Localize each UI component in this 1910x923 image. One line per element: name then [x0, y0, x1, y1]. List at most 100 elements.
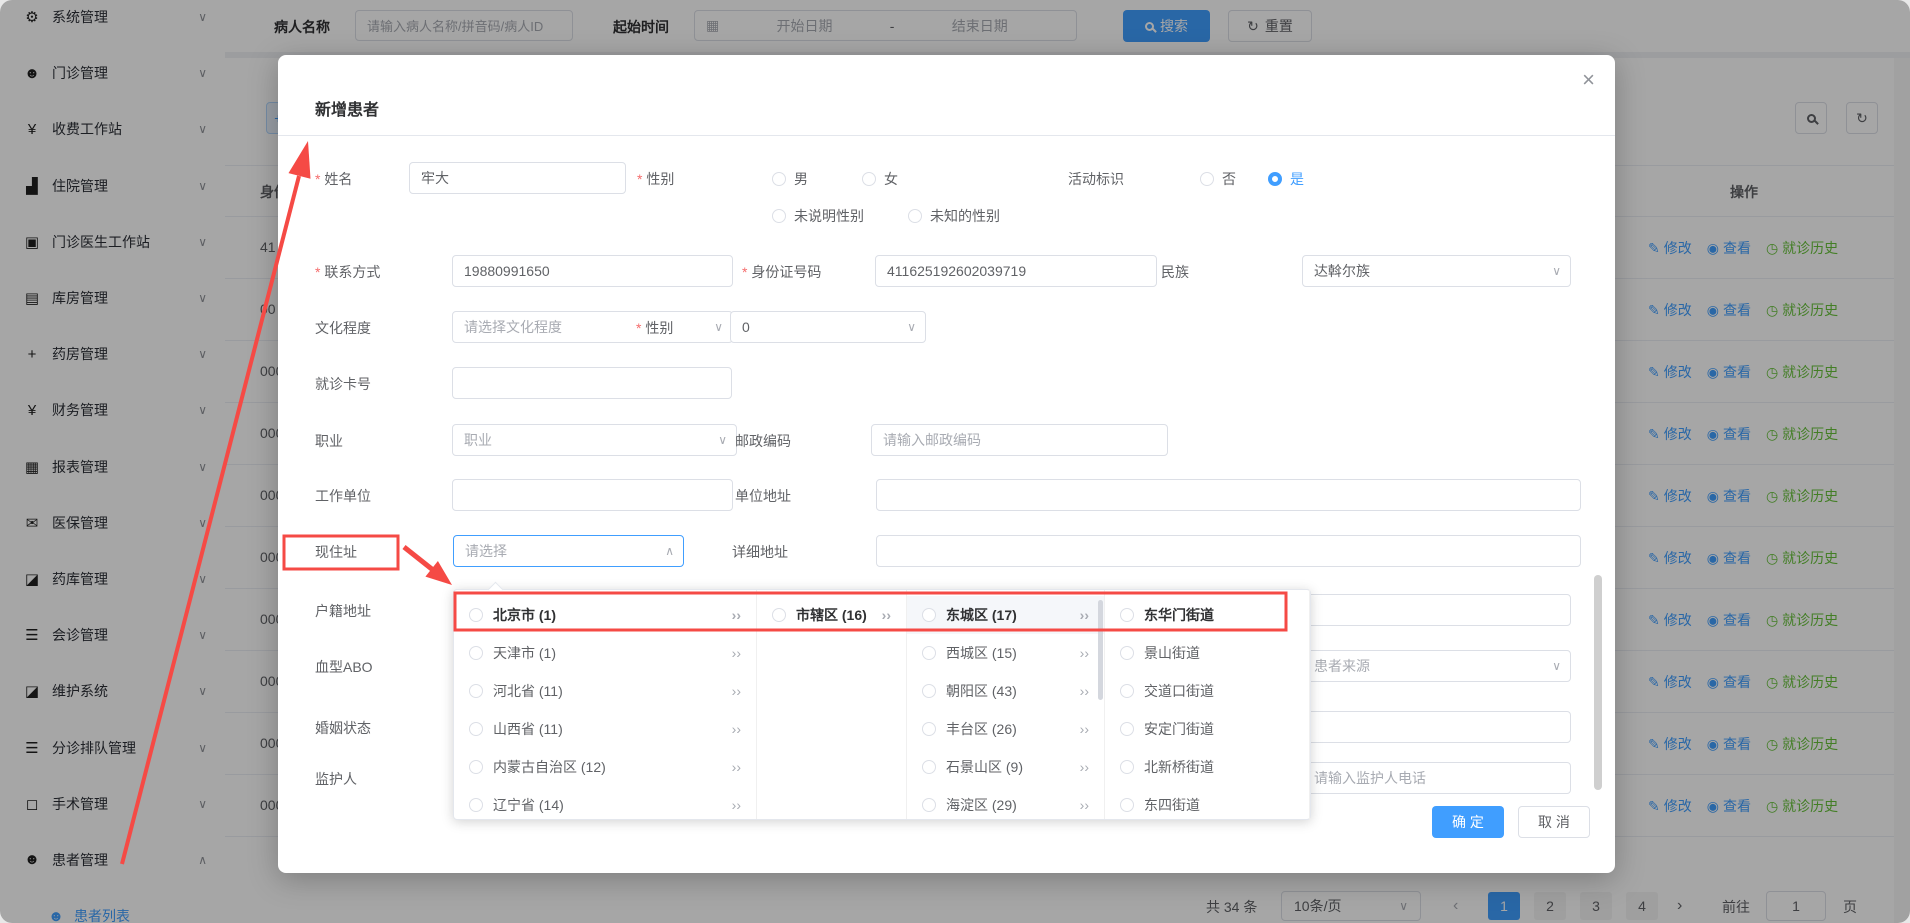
cascade-option[interactable]: 景山街道 › — [1105, 634, 1309, 672]
unit-address-input[interactable] — [876, 479, 1581, 511]
form-row-work-unit: 工作单位 单位地址 — [278, 479, 1615, 511]
radio-button[interactable] — [922, 798, 936, 812]
chevron-right-icon: › — [1080, 759, 1089, 775]
cascade-option[interactable]: 辽宁省 (14) › — [454, 786, 756, 819]
household-detail-input[interactable] — [1302, 594, 1571, 626]
active-flag-radio-no[interactable]: 否 — [1200, 169, 1236, 189]
detail-address-input[interactable] — [876, 535, 1581, 567]
visit-card-input[interactable] — [452, 367, 732, 399]
cascade-option[interactable]: 交道口街道 › — [1105, 672, 1309, 710]
cascade-option[interactable]: 东城区 (17) › — [907, 596, 1104, 634]
radio-button[interactable] — [772, 608, 786, 622]
marital-extra-input[interactable] — [1302, 711, 1571, 743]
chevron-right-icon: › — [1080, 683, 1089, 699]
id-number-input[interactable]: 411625192602039719 — [875, 255, 1157, 287]
contact-input[interactable]: 19880991650 — [452, 255, 733, 287]
radio-button[interactable] — [469, 798, 483, 812]
occupation-label: 职业 — [315, 431, 343, 451]
guardian-phone-input[interactable]: 请输入监护人电话 — [1302, 762, 1571, 794]
radio-button[interactable] — [922, 760, 936, 774]
cascade-option[interactable]: 河北省 (11) › — [454, 672, 756, 710]
active-flag-radio-yes[interactable]: 是 — [1268, 169, 1304, 189]
radio-button[interactable] — [1120, 760, 1134, 774]
radio-button[interactable] — [922, 646, 936, 660]
radio-button[interactable] — [1120, 798, 1134, 812]
cascade-option-label: 西城区 (15) — [946, 643, 1017, 663]
cascade-option[interactable]: 西城区 (15) › — [907, 634, 1104, 672]
name-input[interactable]: 牢大 — [409, 162, 626, 194]
chevron-right-icon: › — [1080, 607, 1089, 623]
cascade-option[interactable]: 山西省 (11) › — [454, 710, 756, 748]
cascade-option-label: 辽宁省 (14) — [493, 795, 564, 815]
chevron-right-icon: › — [732, 645, 741, 661]
radio-button[interactable] — [469, 760, 483, 774]
gender-radio-male[interactable]: 男 — [772, 169, 808, 189]
radio-button[interactable] — [922, 608, 936, 622]
radio-button — [1200, 172, 1214, 186]
chevron-down-icon — [1552, 659, 1561, 673]
gender-radio-female[interactable]: 女 — [862, 169, 898, 189]
cascade-option-label: 东四街道 — [1144, 795, 1200, 815]
radio-button[interactable] — [1120, 646, 1134, 660]
radio-button — [772, 209, 786, 223]
cascade-option-label: 东华门街道 — [1144, 605, 1214, 625]
education-label: 文化程度 — [315, 318, 371, 338]
education-select[interactable]: 请选择文化程度 — [452, 311, 733, 343]
chevron-right-icon: › — [732, 607, 741, 623]
chevron-down-icon — [907, 320, 916, 334]
add-patient-modal: 新增患者 姓名 牢大 性别 男 女 活动标识 否 是 未说明性别 未知的性别 联… — [278, 55, 1615, 873]
radio-button[interactable] — [922, 684, 936, 698]
unit-address-label: 单位地址 — [735, 486, 791, 506]
cascade-option-label: 市辖区 (16) — [796, 605, 867, 625]
cascade-district-column: 东城区 (17) › 西城区 (15) › 朝阳区 (43) › 丰台区 (26… — [907, 590, 1105, 819]
cascade-option[interactable]: 北京市 (1) › — [454, 596, 756, 634]
confirm-button[interactable]: 确 定 — [1432, 806, 1504, 838]
scrollbar-thumb[interactable] — [1098, 600, 1103, 700]
blood-type-label: 血型ABO — [315, 657, 373, 677]
cascade-option[interactable]: 内蒙古自治区 (12) › — [454, 748, 756, 786]
cascade-option[interactable]: 市辖区 (16) › — [757, 596, 906, 634]
radio-button[interactable] — [1120, 608, 1134, 622]
cascade-option[interactable]: 海淀区 (29) › — [907, 786, 1104, 819]
work-unit-input[interactable] — [452, 479, 733, 511]
radio-button[interactable] — [922, 722, 936, 736]
cancel-button[interactable]: 取 消 — [1518, 806, 1590, 838]
radio-button[interactable] — [1120, 684, 1134, 698]
radio-button[interactable] — [469, 646, 483, 660]
cascade-option[interactable]: 朝阳区 (43) › — [907, 672, 1104, 710]
chevron-right-icon: › — [732, 759, 741, 775]
marital-status-label: 婚姻状态 — [315, 718, 371, 738]
cascade-option[interactable]: 丰台区 (26) › — [907, 710, 1104, 748]
cascade-option[interactable]: 东四街道 › — [1105, 786, 1309, 819]
form-row-gender-extra: 未说明性别 未知的性别 — [278, 199, 1615, 231]
current-address-cascader[interactable]: 请选择∧ — [453, 535, 684, 567]
household-address-label: 户籍地址 — [315, 601, 371, 621]
cascade-option[interactable]: 石景山区 (9) › — [907, 748, 1104, 786]
cascade-option[interactable]: 安定门街道 › — [1105, 710, 1309, 748]
postal-code-input[interactable]: 请输入邮政编码 — [871, 424, 1168, 456]
gender-radio-unstated[interactable]: 未说明性别 — [772, 206, 864, 226]
modal-scrollbar-thumb[interactable] — [1594, 575, 1602, 790]
cascade-option[interactable]: 东华门街道 › — [1105, 596, 1309, 634]
close-icon[interactable] — [1582, 67, 1595, 93]
cascade-option-label: 丰台区 (26) — [946, 719, 1017, 739]
cascade-option[interactable]: 天津市 (1) › — [454, 634, 756, 672]
cascade-option-label: 朝阳区 (43) — [946, 681, 1017, 701]
id-number-label: 身份证号码 — [742, 262, 821, 282]
current-address-label: 现住址 — [315, 542, 357, 562]
form-row-name-gender: 姓名 牢大 性别 男 女 活动标识 否 是 — [278, 162, 1615, 194]
occupation-select[interactable]: 职业 — [452, 424, 737, 456]
cascade-option-label: 东城区 (17) — [946, 605, 1017, 625]
radio-button[interactable] — [469, 608, 483, 622]
cascade-city-column: 市辖区 (16) › — [757, 590, 907, 819]
radio-button[interactable] — [469, 722, 483, 736]
chevron-right-icon: › — [732, 721, 741, 737]
chevron-down-icon — [718, 433, 727, 447]
radio-button[interactable] — [1120, 722, 1134, 736]
gender-radio-unknown[interactable]: 未知的性别 — [908, 206, 1000, 226]
ethnicity-select[interactable]: 达斡尔族 — [1302, 255, 1571, 287]
cascade-option[interactable]: 北新桥街道 › — [1105, 748, 1309, 786]
patient-source-select[interactable]: 患者来源 — [1302, 650, 1571, 682]
gender-code-select[interactable]: 0 — [730, 311, 926, 343]
radio-button[interactable] — [469, 684, 483, 698]
